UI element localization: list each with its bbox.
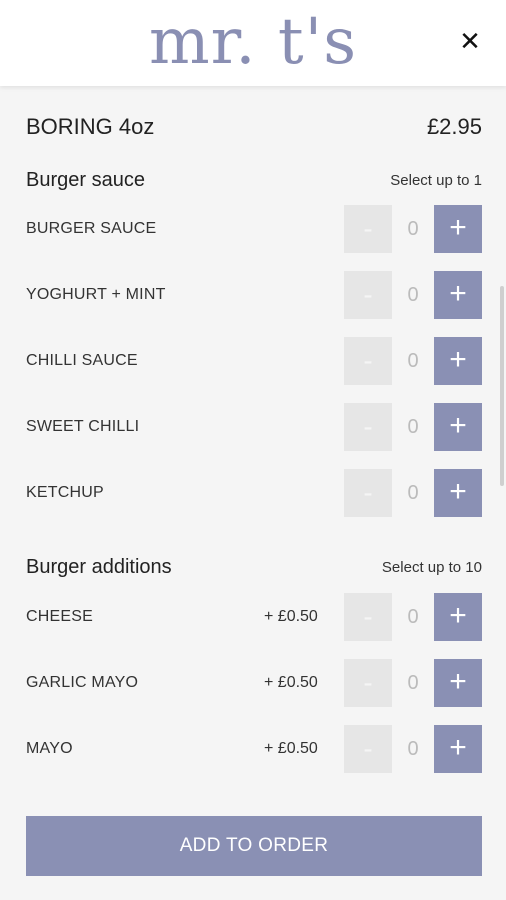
decrease-button[interactable]: - [344,593,392,641]
app-header: mr. t's ✕ [0,0,506,86]
quantity-value: 0 [407,671,419,694]
increase-button[interactable]: + [434,469,482,517]
increase-button[interactable]: + [434,725,482,773]
group-title: Burger additions [26,555,172,578]
group-header-burger-sauce: Burger sauce Select up to 1 [26,167,482,193]
option-name: YOGHURT + MINT [26,286,166,303]
quantity-stepper: - 0 + [344,659,482,707]
option-row: GARLIC MAYO + £0.50 - 0 + [26,659,482,707]
item-summary: BORING 4oz £2.95 [26,112,482,142]
item-price: £2.95 [426,114,482,139]
increase-button[interactable]: + [434,659,482,707]
quantity-stepper: - 0 + [344,725,482,773]
option-price: + £0.50 [264,674,318,691]
option-price: + £0.50 [264,608,318,625]
increase-button[interactable]: + [434,271,482,319]
option-row: BURGER SAUCE - 0 + [26,205,482,253]
increase-button[interactable]: + [434,337,482,385]
quantity-stepper: - 0 + [344,337,482,385]
increase-button[interactable]: + [434,205,482,253]
scrollbar[interactable] [500,286,504,486]
add-to-order-button[interactable]: ADD TO ORDER [26,816,482,876]
group-title: Burger sauce [26,168,145,191]
option-row: MAYO + £0.50 - 0 + [26,725,482,773]
quantity-stepper: - 0 + [344,205,482,253]
increase-button[interactable]: + [434,593,482,641]
quantity-stepper: - 0 + [344,271,482,319]
group-limit: Select up to 10 [381,558,482,576]
quantity-stepper: - 0 + [344,593,482,641]
option-name: KETCHUP [26,484,104,501]
decrease-button[interactable]: - [344,403,392,451]
option-name: BURGER SAUCE [26,220,157,237]
option-name: MAYO [26,740,73,757]
decrease-button[interactable]: - [344,337,392,385]
option-row: SWEET CHILLI - 0 + [26,403,482,451]
quantity-value: 0 [407,217,419,240]
quantity-value: 0 [407,481,419,504]
group-header-burger-additions: Burger additions Select up to 10 [26,554,482,580]
quantity-value: 0 [407,737,419,760]
decrease-button[interactable]: - [344,725,392,773]
decrease-button[interactable]: - [344,271,392,319]
decrease-button[interactable]: - [344,469,392,517]
item-name: BORING 4oz [26,114,155,139]
increase-button[interactable]: + [434,403,482,451]
option-name: CHILLI SAUCE [26,352,138,369]
item-options-sheet: BORING 4oz £2.95 Burger sauce Select up … [0,86,506,900]
option-price: + £0.50 [264,740,318,757]
quantity-stepper: - 0 + [344,469,482,517]
quantity-value: 0 [407,283,419,306]
option-name: CHEESE [26,608,93,625]
option-name: GARLIC MAYO [26,674,139,691]
decrease-button[interactable]: - [344,659,392,707]
option-row: YOGHURT + MINT - 0 + [26,271,482,319]
option-row: CHILLI SAUCE - 0 + [26,337,482,385]
quantity-value: 0 [407,605,419,628]
quantity-value: 0 [407,349,419,372]
close-icon[interactable]: ✕ [456,28,484,56]
group-limit: Select up to 1 [390,171,482,189]
quantity-value: 0 [407,415,419,438]
option-row: CHEESE + £0.50 - 0 + [26,593,482,641]
option-row: KETCHUP - 0 + [26,469,482,517]
brand-logo: mr. t's [148,5,358,79]
option-name: SWEET CHILLI [26,418,140,435]
decrease-button[interactable]: - [344,205,392,253]
quantity-stepper: - 0 + [344,403,482,451]
